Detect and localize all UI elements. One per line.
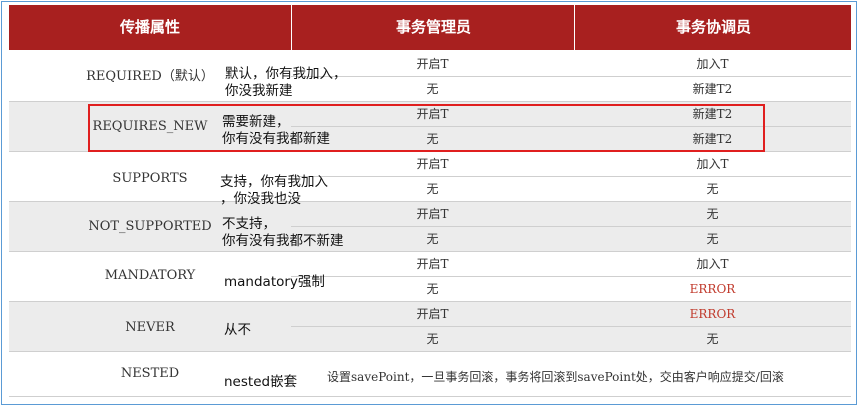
annotation-note: 从不 [224,322,251,338]
row-divider [9,396,851,397]
annotation-note: 需要新建， 你有没有我都新建 [222,114,330,147]
annotation-note: 默认，你有我加入， 你没我新建 [225,66,347,99]
annotation-note: 不支持， 你有没有我都不新建 [222,216,344,249]
coord-cell: 新建T2 [692,132,733,146]
annotation-note: nested嵌套 [224,374,298,390]
annotation-note: mandatory强制 [224,274,325,290]
coord-cell: 无 [706,207,719,221]
coord-cell: 加入T [696,257,729,271]
mgr-cell: 开启T [416,157,449,171]
mgr-cell: 开启T [416,257,449,271]
nested-description: 设置savePoint，一旦事务回滚，事务将回滚到savePoint处，交由客户… [327,370,784,384]
mgr-cell: 无 [426,282,439,296]
coord-cell: 无 [706,332,719,346]
table-header: 传播属性 事务管理员 事务协调员 [9,5,851,50]
coord-cell: 新建T2 [692,107,733,121]
header-propagation: 传播属性 [119,18,180,36]
coord-cell: 新建T2 [692,82,733,96]
mgr-cell: 无 [426,182,439,196]
coord-cell: 无 [706,182,719,196]
header-manager: 事务管理员 [291,5,575,50]
header-coordinator: 事务协调员 [574,5,852,50]
mgr-cell: 开启T [416,307,449,321]
mgr-cell: 无 [426,332,439,346]
coord-cell: 无 [706,232,719,246]
coord-cell-error: ERROR [689,282,736,296]
coord-cell-error: ERROR [689,307,736,321]
mgr-cell: 无 [426,132,439,146]
coord-cell: 加入T [696,157,729,171]
coord-cell: 加入T [696,57,729,71]
mgr-cell: 开启T [416,107,449,121]
